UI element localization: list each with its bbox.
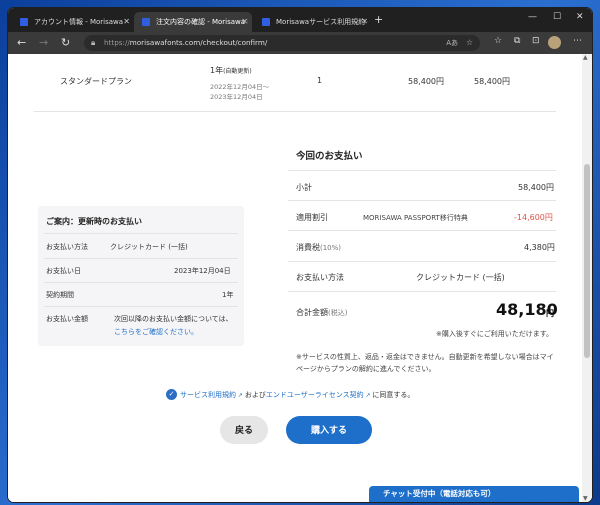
forward-icon[interactable]: → [39,36,48,49]
divider [44,233,238,234]
agreement-and: および [244,391,266,399]
divider [44,306,238,307]
period-note: (自動更新) [223,68,252,75]
renewal-date-value: 2023年12月04日 [174,267,231,275]
divider [288,261,556,262]
extensions-icon[interactable]: ⊡ [532,36,540,46]
payment-title: 今回のお支払い [296,151,363,162]
tax-label: 消費税(10%) [296,242,341,253]
renewal-method-label: お支払い方法 [46,243,88,251]
close-icon[interactable]: ✕ [123,17,130,26]
renewal-title: ご案内：更新時のお支払い [46,217,142,226]
renewal-date-label: お支払い日 [46,267,81,275]
tab-title: Morisawaサービス利用規約 - Moris [276,18,368,26]
row-total: 58,400円 [474,77,510,86]
scrollbar-thumb[interactable] [584,164,590,358]
favicon-icon [20,18,28,26]
tab-terms[interactable]: Morisawaサービス利用規約 - Moris ✕ [254,12,372,32]
address-bar-row: ← → ↻ 🔒︎ https://morisawafonts.com/check… [8,32,592,54]
agreement-text: サービス利用規約 ↗ およびエンドユーザーライセンス契約 ↗ に同意する。 [180,390,414,400]
total-label-text: 合計金額 [296,308,328,317]
divider [44,282,238,283]
refresh-icon[interactable]: ↻ [61,36,70,49]
divider [288,200,556,201]
new-tab-icon[interactable]: + [374,13,383,26]
period-value: 1年 [210,66,224,75]
agreement-suffix: に同意する。 [372,391,415,399]
contract-label: 契約期間 [46,291,74,299]
favorites-icon[interactable]: ☆ [494,36,502,46]
url-prefix: https:// [104,38,130,47]
external-link-icon: ↗ [236,392,245,399]
unit-price: 58,400円 [408,77,444,86]
url-field[interactable]: 🔒︎ https://morisawafonts.com/checkout/co… [84,35,480,51]
scroll-down-icon[interactable]: ▼ [583,495,588,502]
payment-method-label: お支払い方法 [296,273,344,282]
tab-title: 注文内容の確認 - Morisawa Fonts [156,18,248,26]
window-close-icon[interactable]: ✕ [576,12,584,22]
renewal-method-value: クレジットカード (一括) [110,243,188,251]
plan-name: スタンダードプラン [60,77,132,86]
divider [288,230,556,231]
eula-link[interactable]: エンドユーザーライセンス契約 [266,391,364,399]
collections-icon[interactable]: ⧉ [514,36,520,46]
scroll-up-icon[interactable]: ▲ [583,54,588,61]
discount-name: MORISAWA PASSPORT移行特典 [363,214,468,222]
total-unit: 円 [546,309,554,318]
subtotal-value: 58,400円 [518,183,554,192]
tab-order-confirm[interactable]: 注文内容の確認 - Morisawa Fonts ✕ [134,12,252,32]
scrollbar[interactable]: ▲ ▼ [582,54,592,502]
lock-icon: 🔒︎ [91,38,96,47]
renewal-info-box: ご案内：更新時のお支払い お支払い方法 クレジットカード (一括) お支払い日 … [38,206,244,346]
minimize-icon[interactable]: — [528,12,537,22]
back-icon[interactable]: ← [17,36,26,49]
maximize-icon[interactable]: ☐ [553,12,561,22]
period-end: 2023年12月04日 [210,93,263,101]
usable-note: ※購入後すぐにご利用いただけます。 [436,330,554,338]
quantity: 1 [317,76,323,85]
renewal-amount-label: お支払い金額 [46,315,88,323]
total-tax-note: (税込) [328,309,348,317]
refund-notice-line2: ページからプランの解約に進んでください。 [296,365,436,373]
tax-value: 4,380円 [524,243,555,252]
tab-title: アカウント情報 - Morisawa ID [34,18,126,26]
subtotal-label: 小計 [296,183,312,192]
divider [34,111,556,112]
discount-label: 適用割引 [296,213,328,222]
tab-strip: アカウント情報 - Morisawa ID ✕ 注文内容の確認 - Morisa… [8,8,592,32]
profile-avatar[interactable] [548,36,561,49]
purchase-button[interactable]: 購入する [286,416,372,444]
discount-value: -14,600円 [514,213,553,222]
page-viewport: スタンダードプラン 1年(自動更新) 2022年12月04日〜 2023年12月… [8,54,592,502]
period-start: 2022年12月04日〜 [210,83,270,91]
url-main: morisawafonts.com/checkout/confirm/ [129,38,268,47]
close-icon[interactable]: ✕ [361,17,368,26]
contract-value: 1年 [222,291,234,299]
terms-link[interactable]: サービス利用規約 [180,391,236,399]
total-label: 合計金額(税込) [296,307,347,318]
chat-widget[interactable]: チャット受付中（電話対応も可） [369,486,579,502]
browser-window: アカウント情報 - Morisawa ID ✕ 注文内容の確認 - Morisa… [8,8,592,502]
agree-checkbox[interactable]: ✓ [166,389,177,400]
more-menu-icon[interactable]: ⋯ [573,36,582,46]
close-icon[interactable]: ✕ [241,17,248,26]
payment-method-value: クレジットカード (一括) [416,273,505,282]
tax-label-text: 消費税 [296,243,320,252]
tax-rate: (10%) [320,244,342,252]
favicon-icon [142,18,150,26]
favorite-star-icon[interactable]: ☆ [466,35,473,51]
renewal-amount-note: 次回以降のお支払い金額については、 [114,315,233,323]
renewal-amount-link[interactable]: こちらをご確認ください。 [114,327,198,337]
favicon-icon [262,18,270,26]
refund-notice-line1: ※サービスの性質上、返品・返金はできません。自動更新を希望しない場合はマイ [296,353,554,361]
divider [288,170,556,171]
read-aloud-icon[interactable]: Aあ [446,35,458,51]
tab-account[interactable]: アカウント情報 - Morisawa ID ✕ [12,12,134,32]
divider [288,291,556,292]
plan-period: 1年(自動更新) [210,65,252,76]
back-button[interactable]: 戻る [220,416,268,444]
checkout-content: スタンダードプラン 1年(自動更新) 2022年12月04日〜 2023年12月… [8,54,582,502]
divider [44,258,238,259]
